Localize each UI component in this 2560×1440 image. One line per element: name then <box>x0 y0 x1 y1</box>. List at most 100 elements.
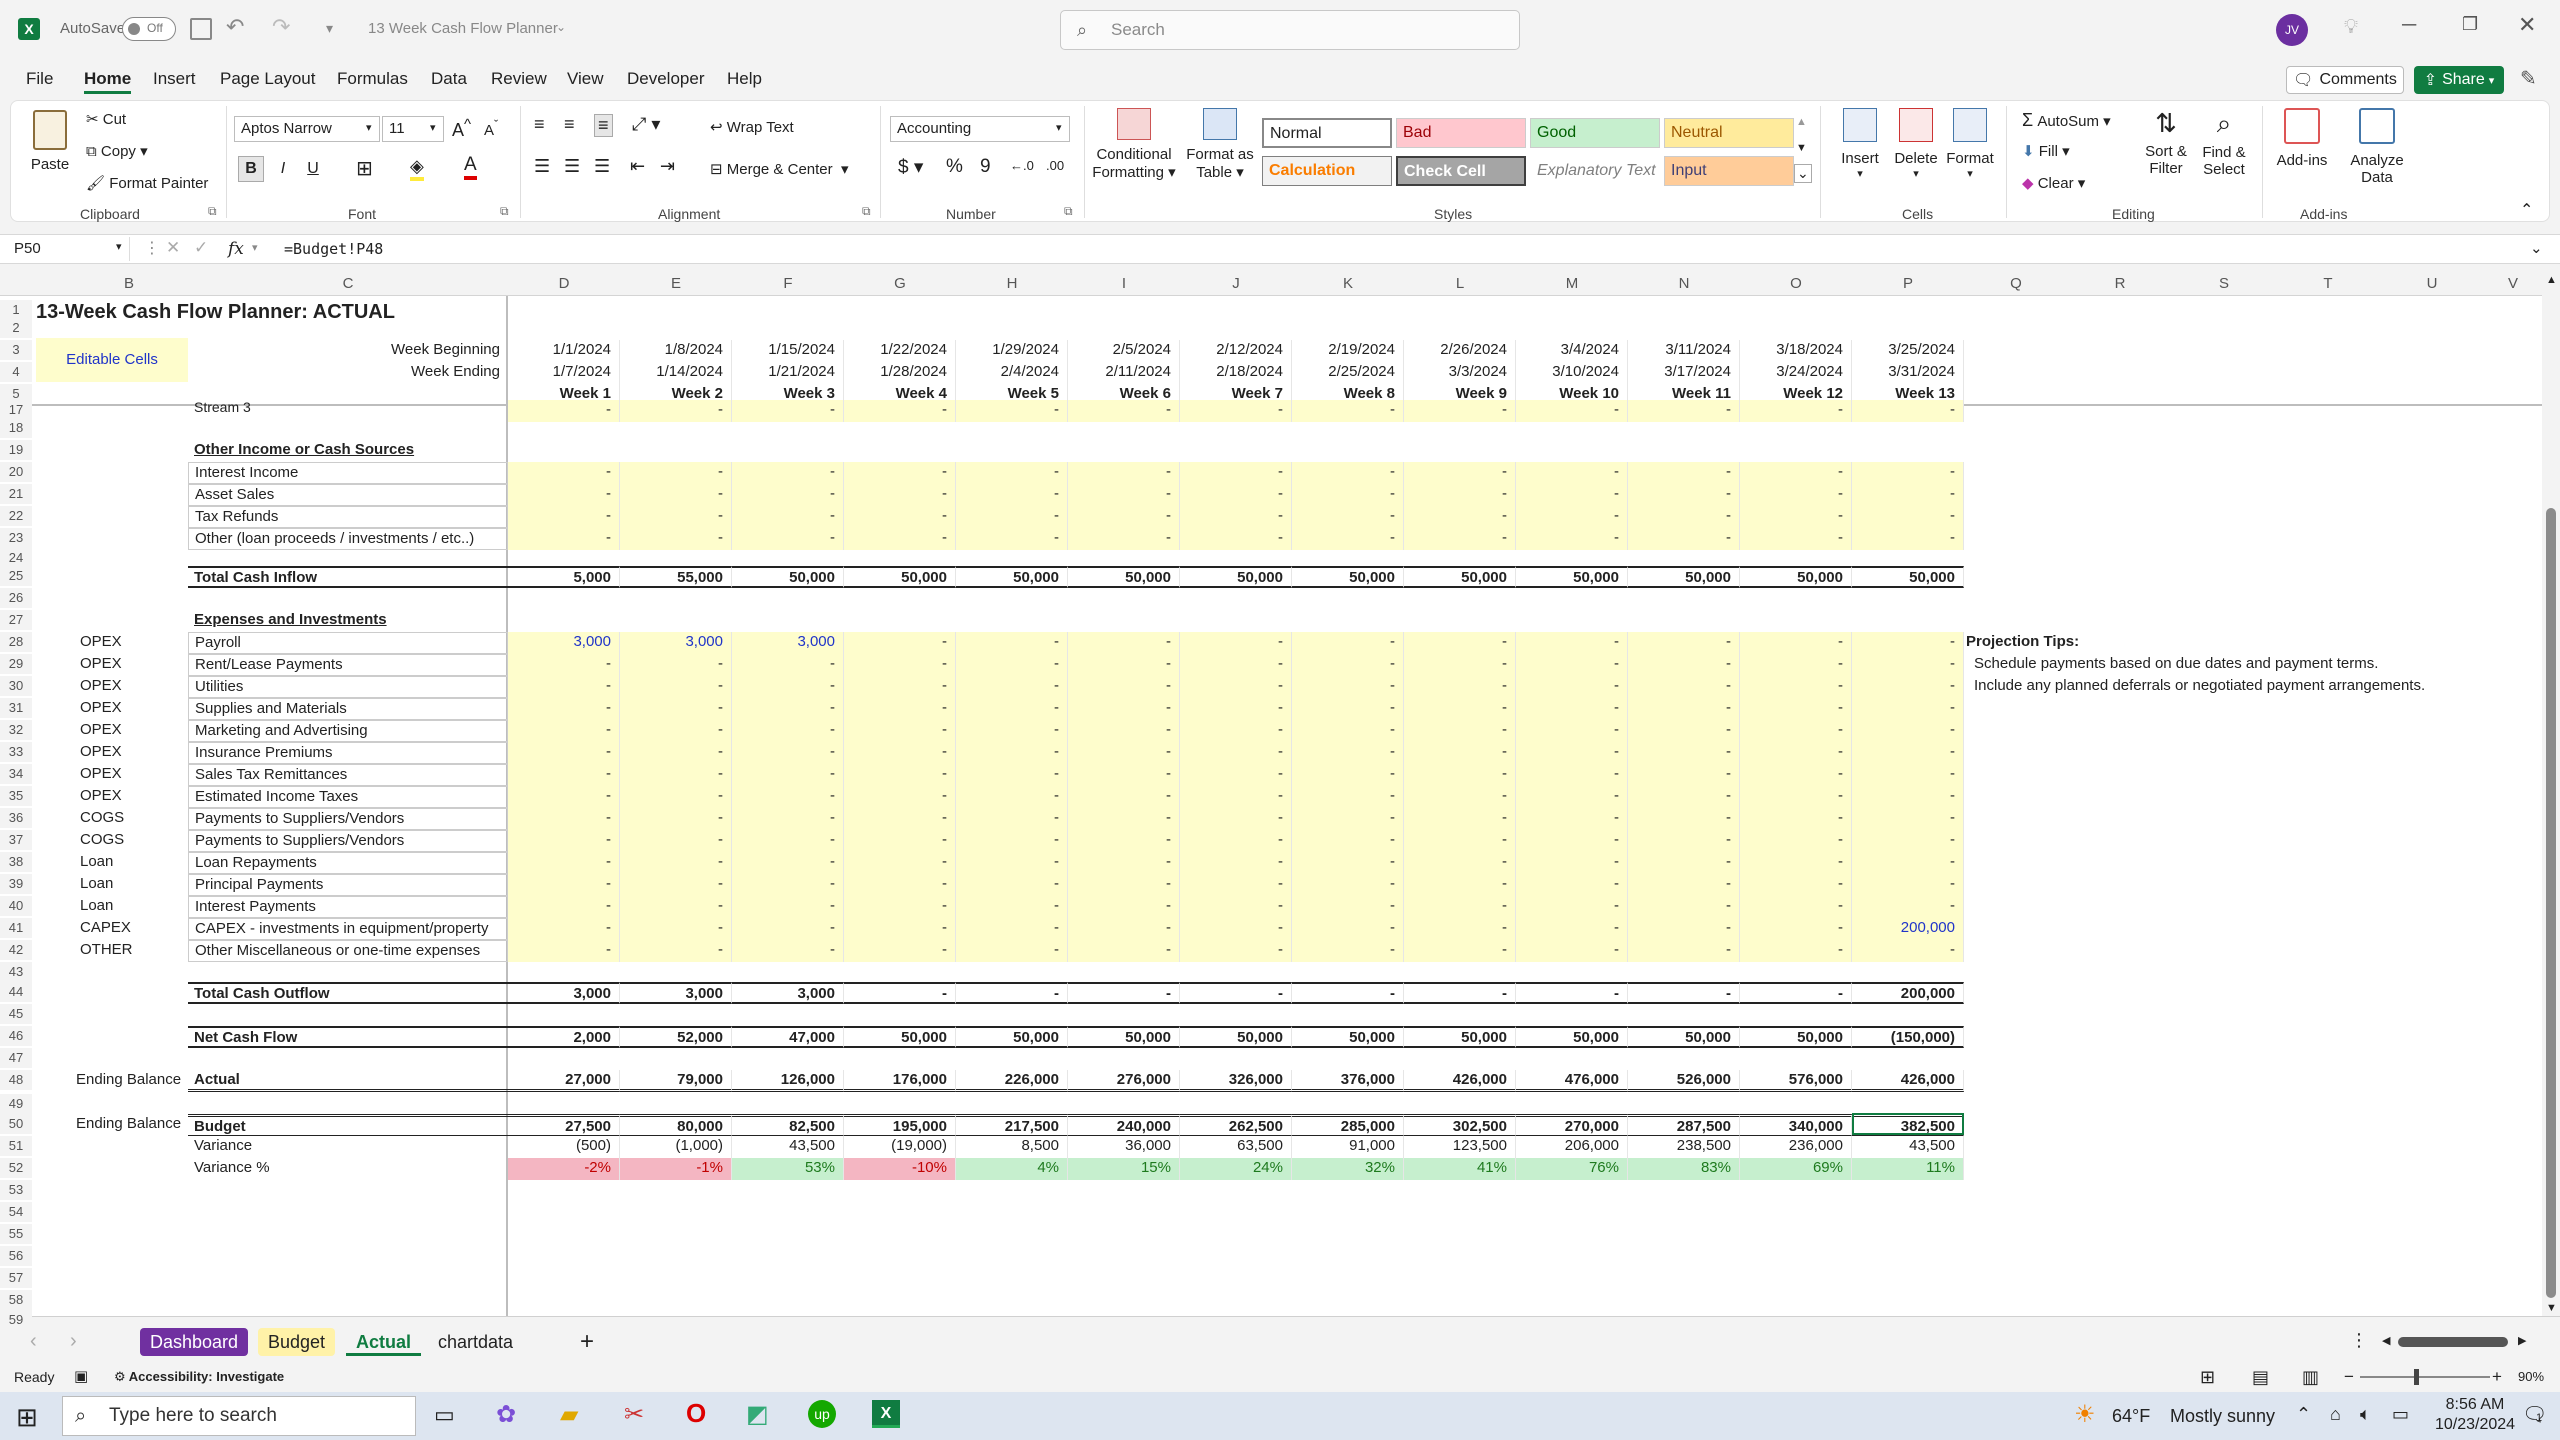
taskbar-search[interactable]: ⌕ Type here to search <box>62 1396 416 1436</box>
week-ending-date[interactable]: 1/7/2024 <box>508 362 620 384</box>
expense-value[interactable]: - <box>732 676 844 698</box>
expense-value[interactable]: - <box>956 852 1068 874</box>
excel-taskbar-icon[interactable]: X <box>872 1400 900 1428</box>
expense-value[interactable]: - <box>1180 654 1292 676</box>
other-income-value[interactable]: - <box>1516 462 1628 484</box>
week-beginning-date[interactable]: 1/29/2024 <box>956 340 1068 362</box>
zoom-slider-thumb[interactable] <box>2414 1369 2419 1385</box>
expense-value[interactable]: - <box>1852 940 1964 962</box>
expense-value[interactable]: - <box>1516 698 1628 720</box>
variance-pct-value[interactable]: 69% <box>1740 1158 1852 1180</box>
expense-value[interactable]: - <box>956 808 1068 830</box>
page-break-view-icon[interactable]: ▥ <box>2302 1362 2319 1392</box>
align-bottom-icon[interactable]: ≡ <box>594 114 613 137</box>
stream-3-value[interactable]: - <box>1740 400 1852 422</box>
other-income-value[interactable]: - <box>1516 484 1628 506</box>
analyze-data-button[interactable]: Analyze Data <box>2340 108 2414 186</box>
expense-value[interactable]: - <box>508 698 620 720</box>
expense-value[interactable]: - <box>844 654 956 676</box>
expense-label[interactable]: Rent/Lease Payments <box>188 654 508 676</box>
expense-value[interactable]: - <box>1628 742 1740 764</box>
clear-button[interactable]: ◆ Clear ▾ <box>2022 174 2085 192</box>
column-header-H[interactable]: H <box>956 272 1068 296</box>
net-cash-flow-value[interactable]: 50,000 <box>1180 1026 1292 1048</box>
accessibility-status[interactable]: ⚙ Accessibility: Investigate <box>114 1362 284 1392</box>
variance-value[interactable]: 8,500 <box>956 1136 1068 1158</box>
other-income-value[interactable]: - <box>1292 506 1404 528</box>
actual-balance-value[interactable]: 476,000 <box>1516 1070 1628 1092</box>
row-header[interactable]: 26 <box>0 588 32 608</box>
variance-pct-value[interactable]: 41% <box>1404 1158 1516 1180</box>
expense-value[interactable]: - <box>1180 830 1292 852</box>
budget-balance-value[interactable]: 217,500 <box>956 1114 1068 1136</box>
variance-value[interactable]: 43,500 <box>1852 1136 1964 1158</box>
expense-value[interactable]: - <box>844 874 956 896</box>
net-cash-flow-value[interactable]: (150,000) <box>1852 1026 1964 1048</box>
expense-value[interactable]: - <box>1068 918 1180 940</box>
total-cash-outflow-value[interactable]: 200,000 <box>1852 982 1964 1004</box>
actual-balance-value[interactable]: 326,000 <box>1180 1070 1292 1092</box>
column-header-N[interactable]: N <box>1628 272 1740 296</box>
week-beginning-date[interactable]: 2/19/2024 <box>1292 340 1404 362</box>
expense-value[interactable]: - <box>956 830 1068 852</box>
stream-3-value[interactable]: - <box>1628 400 1740 422</box>
actual-balance-value[interactable]: 79,000 <box>620 1070 732 1092</box>
expense-label[interactable]: Principal Payments <box>188 874 508 896</box>
volume-icon[interactable]: 🔈︎ <box>2360 1404 2371 1425</box>
zoom-slider[interactable] <box>2360 1369 2490 1385</box>
other-income-value[interactable]: - <box>1068 506 1180 528</box>
row-header[interactable]: 30 <box>0 676 32 696</box>
expense-value[interactable]: - <box>508 786 620 808</box>
column-header-Q[interactable]: Q <box>1964 272 2068 296</box>
variance-pct-value[interactable]: -1% <box>620 1158 732 1180</box>
net-cash-flow-value[interactable]: 52,000 <box>620 1026 732 1048</box>
total-cash-outflow-value[interactable]: - <box>1628 982 1740 1004</box>
sheet-tab-actual[interactable]: Actual <box>346 1328 422 1356</box>
row-header[interactable]: 2 <box>0 318 32 338</box>
expense-value[interactable]: - <box>1852 808 1964 830</box>
other-income-value[interactable]: - <box>1628 528 1740 550</box>
column-header-C[interactable]: C <box>188 272 508 296</box>
other-income-value[interactable]: - <box>844 528 956 550</box>
stream-3-value[interactable]: - <box>1404 400 1516 422</box>
expense-value[interactable]: - <box>732 764 844 786</box>
expense-value[interactable]: - <box>1516 808 1628 830</box>
expense-value[interactable]: - <box>1740 940 1852 962</box>
expense-value[interactable]: - <box>1740 808 1852 830</box>
week-ending-label[interactable]: Week Ending <box>188 362 504 382</box>
insert-cells-button[interactable]: Insert ▾ <box>1834 108 1886 180</box>
expense-value[interactable]: - <box>844 808 956 830</box>
expense-value[interactable]: - <box>1292 654 1404 676</box>
other-income-value[interactable]: - <box>620 528 732 550</box>
font-name-dropdown[interactable]: Aptos Narrow <box>234 116 380 142</box>
other-income-value[interactable]: - <box>1404 484 1516 506</box>
underline-button[interactable]: U <box>300 156 326 182</box>
other-income-value[interactable]: - <box>956 484 1068 506</box>
decrease-indent-icon[interactable]: ⇤ <box>630 156 645 177</box>
app-icon[interactable]: ◩ <box>746 1400 769 1429</box>
expense-value[interactable]: - <box>1068 654 1180 676</box>
battery-icon[interactable]: ▭ <box>2392 1404 2409 1425</box>
tab-data[interactable]: Data <box>431 64 467 94</box>
other-income-value[interactable]: - <box>1516 528 1628 550</box>
expense-value[interactable]: - <box>1404 874 1516 896</box>
expense-category[interactable]: Loan <box>70 874 188 896</box>
row-header[interactable]: 18 <box>0 418 32 438</box>
expense-value[interactable]: - <box>620 742 732 764</box>
function-icon[interactable]: fx <box>228 239 244 259</box>
expense-value[interactable]: - <box>1404 852 1516 874</box>
expense-value[interactable]: - <box>620 676 732 698</box>
row-header[interactable]: 28 <box>0 632 32 652</box>
zoom-in-icon[interactable]: + <box>2492 1362 2502 1392</box>
expense-value[interactable]: - <box>732 786 844 808</box>
other-income-value[interactable]: - <box>956 506 1068 528</box>
tabs-more-icon[interactable]: ⋮ <box>2350 1330 2368 1351</box>
row-header[interactable]: 45 <box>0 1004 32 1024</box>
total-cash-inflow-label[interactable]: Total Cash Inflow <box>188 566 508 588</box>
formula-input[interactable]: =Budget!P48 <box>284 240 383 258</box>
expense-value[interactable]: - <box>508 742 620 764</box>
editable-cells-legend[interactable]: Editable Cells <box>36 338 188 382</box>
variance-pct-value[interactable]: 4% <box>956 1158 1068 1180</box>
expense-value[interactable]: - <box>1404 742 1516 764</box>
expense-value[interactable]: - <box>1180 742 1292 764</box>
